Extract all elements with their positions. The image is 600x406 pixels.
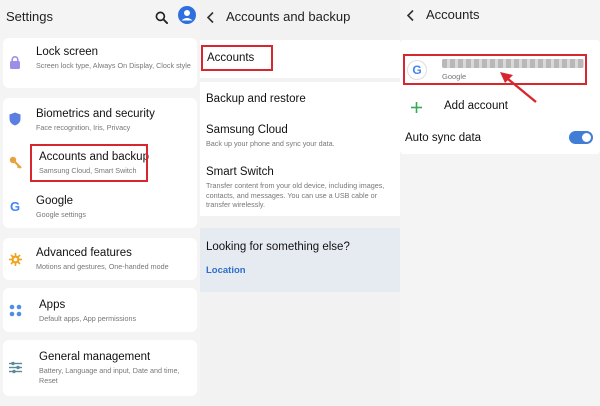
profile-icon[interactable] <box>178 6 196 24</box>
smart-switch-sub: Transfer content from your old device, i… <box>206 181 385 209</box>
settings-item-label: Google <box>36 195 74 207</box>
samsung-cloud-sub: Back up your phone and sync your data. <box>206 139 335 148</box>
accounts-backup-header: Accounts and backup <box>200 0 400 34</box>
highlight-box <box>201 45 273 71</box>
card-apps: Apps Default apps, App permissions <box>3 288 197 332</box>
card-accounts-list: G Google Add account Auto sync data <box>400 40 600 154</box>
settings-header: Settings <box>0 0 200 34</box>
location-link[interactable]: Location <box>206 265 246 276</box>
auto-sync-row[interactable]: Auto sync data <box>400 128 600 150</box>
settings-item-sub: Google settings <box>36 210 86 219</box>
settings-item-sub: Motions and gestures, One-handed mode <box>36 262 169 271</box>
card-backup-options: Backup and restore Samsung Cloud Back up… <box>200 82 400 216</box>
backup-restore-item[interactable]: Backup and restore <box>206 93 306 105</box>
auto-sync-toggle[interactable] <box>569 131 593 144</box>
settings-item-label: Lock screen <box>36 46 99 58</box>
lock-icon <box>8 55 22 69</box>
settings-item-sub: Screen lock type, Always On Display, Clo… <box>36 61 191 70</box>
back-arrow-icon[interactable] <box>204 10 218 24</box>
settings-item-advanced-features[interactable]: Advanced features Motions and gestures, … <box>3 238 197 280</box>
looking-heading: Looking for something else? <box>206 241 350 253</box>
accounts-backup-panel: Accounts and backup Accounts Backup and … <box>200 0 400 406</box>
settings-item-lock-screen[interactable]: Lock screen Screen lock type, Always On … <box>3 38 197 88</box>
toggle-knob <box>582 133 591 142</box>
page-title: Accounts and backup <box>226 9 351 24</box>
highlight-box <box>30 144 148 182</box>
auto-sync-label: Auto sync data <box>405 132 482 144</box>
settings-item-biometrics[interactable]: Biometrics and security Face recognition… <box>3 98 197 138</box>
settings-panel: Settings Lock screen Screen lock type, A… <box>0 0 200 406</box>
settings-item-google[interactable]: G Google Google settings <box>3 186 197 226</box>
settings-item-label: General management <box>39 351 151 363</box>
search-icon[interactable] <box>154 10 168 24</box>
settings-item-sub: Battery, Language and input, Date and ti… <box>39 366 180 385</box>
settings-item-label: Biometrics and security <box>36 108 155 120</box>
settings-item-apps[interactable]: Apps Default apps, App permissions <box>3 288 197 332</box>
google-g-icon: G <box>9 198 21 214</box>
advanced-features-icon <box>8 252 22 266</box>
page-title: Accounts <box>426 7 480 22</box>
settings-item-sub: Face recognition, Iris, Privacy <box>36 123 131 132</box>
highlight-box <box>403 54 587 85</box>
accounts-header: Accounts <box>400 0 600 34</box>
smart-switch-item[interactable]: Smart Switch <box>206 166 274 178</box>
sliders-icon <box>8 360 22 374</box>
accounts-panel: Accounts G Google Add account Auto sync … <box>400 0 600 406</box>
card-advanced: Advanced features Motions and gestures, … <box>3 238 197 280</box>
shield-icon <box>8 112 22 126</box>
card-lock-screen: Lock screen Screen lock type, Always On … <box>3 38 197 88</box>
samsung-cloud-item[interactable]: Samsung Cloud <box>206 124 288 136</box>
add-account-label: Add account <box>444 100 508 112</box>
add-account-row[interactable]: Add account <box>400 96 600 118</box>
key-icon <box>8 155 22 169</box>
page-title: Settings <box>6 9 53 24</box>
looking-card: Looking for something else? Location <box>200 228 400 292</box>
back-arrow-icon[interactable] <box>404 8 418 22</box>
settings-item-label: Advanced features <box>36 247 132 259</box>
settings-item-sub: Default apps, App permissions <box>39 314 137 323</box>
settings-item-label: Apps <box>39 299 66 311</box>
apps-grid-icon <box>8 303 22 317</box>
plus-icon <box>409 100 423 114</box>
settings-item-general-management[interactable]: General management Battery, Language and… <box>3 340 197 396</box>
card-general: General management Battery, Language and… <box>3 340 197 396</box>
